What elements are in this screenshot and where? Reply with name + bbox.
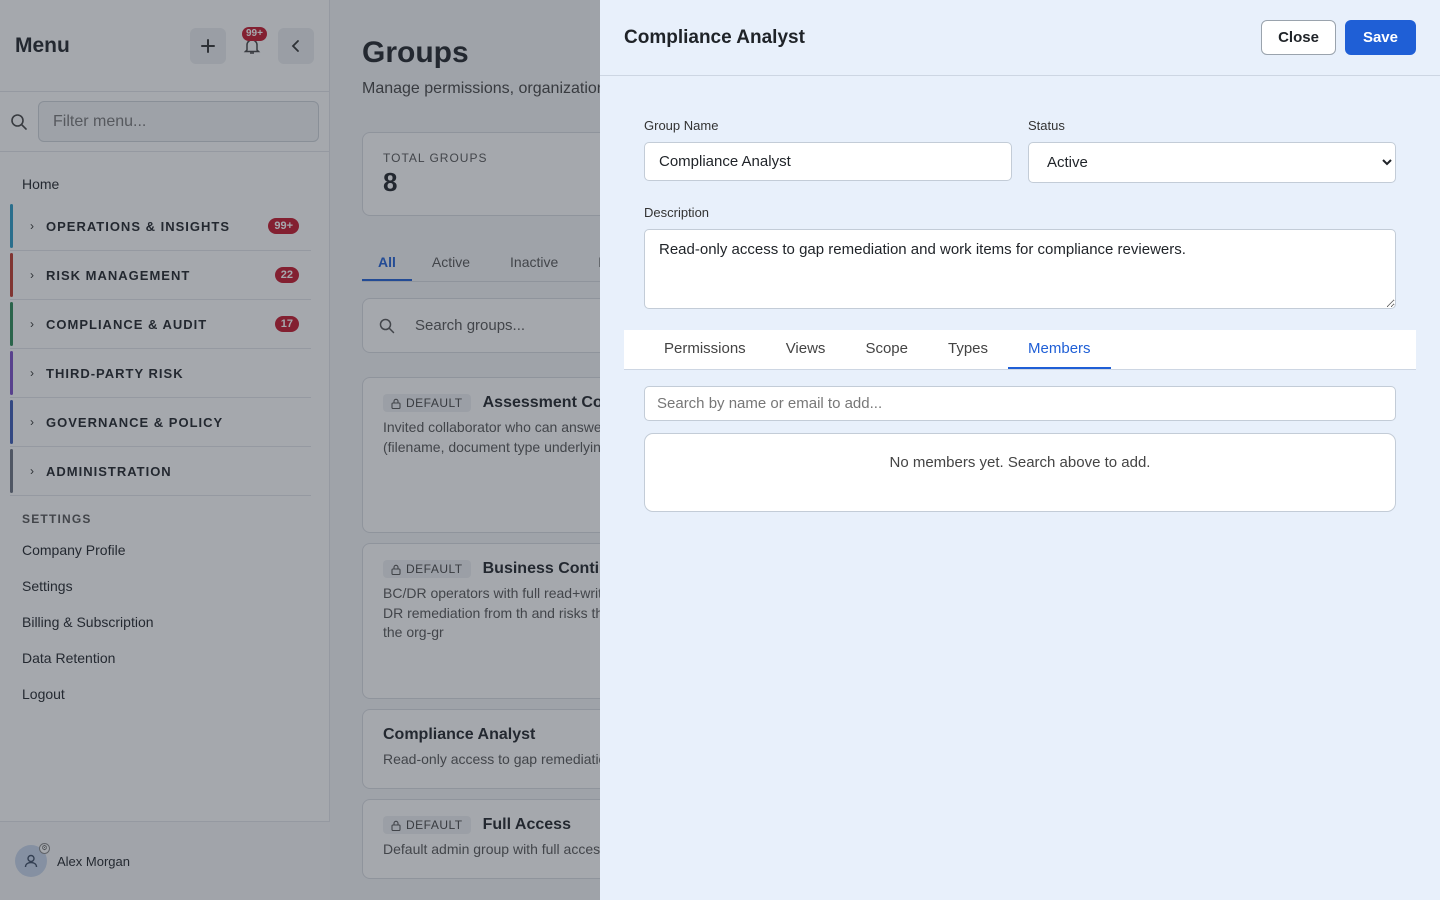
group-name-field-wrap: Group Name — [644, 118, 1012, 183]
edit-group-drawer: Compliance Analyst Close Save Group Name… — [600, 0, 1440, 900]
modal-backdrop[interactable] — [0, 0, 600, 900]
members-empty-state: No members yet. Search above to add. — [644, 433, 1396, 512]
tab-types[interactable]: Types — [928, 330, 1008, 369]
group-name-field[interactable] — [644, 142, 1012, 181]
drawer-tabs: Permissions Views Scope Types Members — [624, 330, 1416, 370]
group-name-label: Group Name — [644, 118, 719, 133]
tab-scope[interactable]: Scope — [845, 330, 928, 369]
drawer-title: Compliance Analyst — [624, 26, 805, 48]
empty-members-text: No members yet. Search above to add. — [889, 454, 1151, 471]
status-select[interactable]: Active — [1028, 142, 1396, 183]
status-label: Status — [1028, 118, 1065, 133]
save-button[interactable]: Save — [1344, 20, 1416, 55]
description-label: Description — [644, 205, 710, 220]
description-field[interactable]: Read-only access to gap remediation and … — [644, 229, 1396, 309]
close-button[interactable]: Close — [1261, 20, 1336, 55]
status-field-wrap: Status Active — [1028, 118, 1396, 183]
member-search-input[interactable] — [644, 386, 1396, 421]
tab-members[interactable]: Members — [1008, 330, 1111, 369]
tab-permissions[interactable]: Permissions — [644, 330, 766, 369]
drawer-header: Compliance Analyst Close Save — [600, 0, 1440, 76]
description-field-wrap: Description Read-only access to gap reme… — [644, 205, 1396, 314]
tab-views[interactable]: Views — [766, 330, 846, 369]
drawer-body: Group Name Status Active Description Rea… — [600, 76, 1440, 512]
